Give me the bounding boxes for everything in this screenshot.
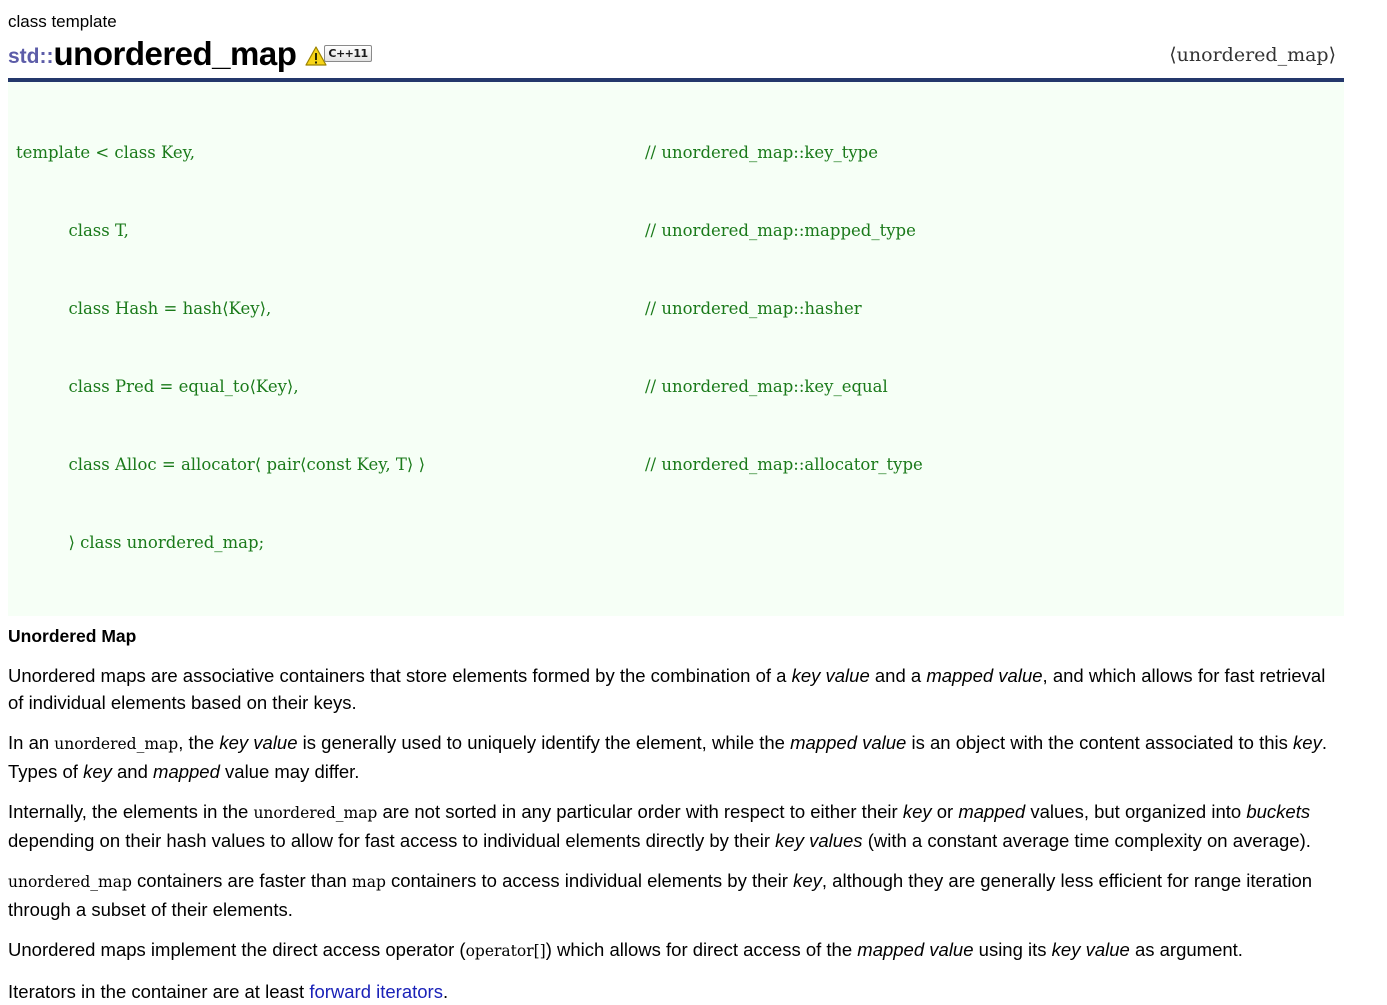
inline-code-map: map (352, 873, 386, 891)
code-declaration: template < class Key, (16, 143, 195, 162)
text-run: ) which allows for direct access of the (545, 939, 858, 960)
code-declaration: class Pred = equal_to⟨Key⟩, (16, 377, 299, 396)
text-run: is an object with the content associated… (906, 732, 1294, 753)
description-paragraph-6: Iterators in the container are at least … (8, 978, 1338, 1005)
text-run: Internally, the elements in the (8, 801, 254, 822)
emphasis-mapped-value: mapped value (790, 732, 907, 753)
code-declaration: class T, (16, 221, 129, 240)
page-title: std:: unordered_map C++11 ⟨unordered_map… (8, 37, 1387, 70)
emphasis-key-values: key values (775, 830, 863, 851)
text-run: , the (178, 732, 220, 753)
cpp-standard-badge[interactable]: C++11 (324, 44, 372, 62)
description-paragraph-5: Unordered maps implement the direct acce… (8, 936, 1338, 965)
code-line: template < class Key, // unordered_map::… (16, 140, 1344, 166)
description-paragraph-3: Internally, the elements in the unordere… (8, 798, 1338, 854)
page-header: class template std:: unordered_map C++11… (8, 10, 1387, 82)
inline-code-unordered-map: unordered_map (8, 873, 132, 891)
text-run: containers are faster than (131, 870, 352, 891)
namespace-prefix: std:: (8, 45, 54, 68)
code-line: class T, // unordered_map::mapped_type (16, 218, 1344, 244)
text-run: using its (973, 939, 1052, 960)
header-divider (8, 78, 1344, 82)
code-comment: // unordered_map::key_equal (645, 377, 888, 396)
emphasis-mapped-value: mapped value (857, 939, 974, 960)
text-run: Unordered maps are associative container… (8, 665, 792, 686)
code-declaration: ⟩ class unordered_map; (16, 533, 265, 552)
text-run: containers to access individual elements… (385, 870, 794, 891)
description-paragraph-4: unordered_map containers are faster than… (8, 867, 1338, 923)
text-run: (with a constant average time complexity… (862, 830, 1311, 851)
emphasis-key: key (1293, 732, 1322, 753)
code-comment: // unordered_map::hasher (645, 299, 862, 318)
code-line: class Hash = hash⟨Key⟩, // unordered_map… (16, 296, 1344, 322)
emphasis-mapped: mapped (958, 801, 1026, 822)
text-run: and a (869, 665, 927, 686)
template-signature-codeblock: template < class Key, // unordered_map::… (8, 82, 1344, 616)
include-header-label: ⟨unordered_map⟩ (1169, 44, 1336, 66)
text-run: as argument. (1129, 939, 1243, 960)
text-run: or (931, 801, 959, 822)
emphasis-buckets: buckets (1246, 801, 1311, 822)
emphasis-key: key (793, 870, 822, 891)
emphasis-key: key (902, 801, 932, 822)
text-run: is generally used to uniquely identify t… (297, 732, 791, 753)
emphasis-mapped-value: mapped value (926, 665, 1043, 686)
code-line: class Pred = equal_to⟨Key⟩, // unordered… (16, 374, 1344, 400)
emphasis-key-value: key value (791, 665, 870, 686)
title-badges: C++11 (305, 44, 372, 70)
emphasis-mapped: mapped (153, 761, 220, 782)
text-run: are not sorted in any particular order w… (377, 801, 903, 822)
inline-code-unordered-map: unordered_map (253, 804, 378, 822)
text-run: . (442, 981, 449, 1002)
text-run: and (111, 761, 154, 782)
code-declaration: class Hash = hash⟨Key⟩, (16, 299, 272, 318)
emphasis-key-value: key value (1051, 939, 1130, 960)
code-comment: // unordered_map::key_type (645, 143, 879, 162)
forward-iterators-link[interactable]: forward iterators (309, 981, 443, 1002)
class-name: unordered_map (53, 35, 297, 72)
page-kicker: class template (8, 12, 117, 31)
text-run: Unordered maps implement the direct acce… (8, 939, 466, 960)
text-run: In an (8, 732, 55, 753)
text-run: value may differ. (219, 761, 360, 782)
code-declaration: class Alloc = allocator⟨ pair⟨const Key,… (16, 455, 426, 474)
code-comment: // unordered_map::mapped_type (645, 221, 916, 240)
inline-code-operator-subscript: operator[] (465, 942, 546, 960)
text-run: depending on their hash values to allow … (8, 830, 776, 851)
code-comment: // unordered_map::allocator_type (645, 455, 923, 474)
section-title: Unordered Map (8, 626, 137, 646)
code-line: ⟩ class unordered_map; (16, 530, 1344, 556)
description-paragraph-1: Unordered maps are associative container… (8, 662, 1338, 716)
text-run: Iterators in the container are at least (8, 981, 310, 1002)
text-run: values, but organized into (1025, 801, 1247, 822)
emphasis-key-value: key value (219, 732, 298, 753)
page-root: class template std:: unordered_map C++11… (0, 0, 1387, 1005)
description-paragraph-2: In an unordered_map, the key value is ge… (8, 729, 1338, 785)
emphasis-key: key (83, 761, 112, 782)
inline-code-unordered-map: unordered_map (54, 735, 179, 753)
code-line: class Alloc = allocator⟨ pair⟨const Key,… (16, 452, 1344, 478)
